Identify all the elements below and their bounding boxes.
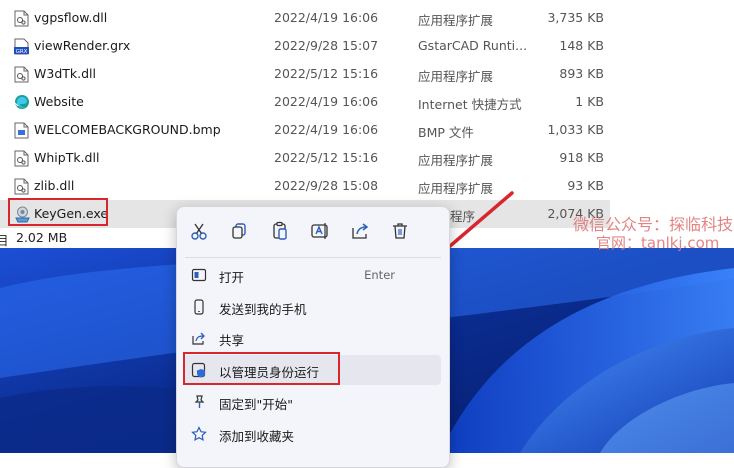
menu-item-send-to-phone[interactable]: 发送到我的手机 <box>183 292 441 322</box>
rename-icon[interactable] <box>308 219 332 243</box>
copy-icon[interactable] <box>227 219 251 243</box>
menu-item-add-to-favorites[interactable]: 添加到收藏夹 <box>183 419 441 449</box>
share-icon[interactable] <box>348 219 372 243</box>
run-as-admin-highlight-box <box>183 352 340 385</box>
paste-icon[interactable] <box>268 219 292 243</box>
share-icon <box>191 330 207 346</box>
cut-icon[interactable] <box>187 219 211 243</box>
menu-item-label: 添加到收藏夹 <box>219 429 295 444</box>
delete-icon[interactable] <box>388 219 412 243</box>
phone-icon <box>191 299 207 315</box>
menu-item-label: 固定到"开始" <box>219 397 293 412</box>
menu-item-label: 打开 <box>219 270 245 285</box>
quick-action-bar <box>177 207 449 255</box>
menu-separator <box>185 257 441 258</box>
menu-item-share[interactable]: 共享 <box>183 323 441 353</box>
menu-item-label: 共享 <box>219 333 245 348</box>
pin-icon <box>191 394 207 410</box>
context-menu: 打开 Enter 发送到我的手机 共享 以管理员身份运行 固定到"开始" 添加到… <box>176 206 450 468</box>
menu-item-open[interactable]: 打开 Enter <box>183 260 441 290</box>
menu-item-label: 发送到我的手机 <box>219 302 307 317</box>
menu-item-shortcut: Enter <box>364 268 395 282</box>
star-icon <box>191 426 207 442</box>
open-window-icon <box>191 267 207 283</box>
menu-item-pin-to-start[interactable]: 固定到"开始" <box>183 387 441 417</box>
